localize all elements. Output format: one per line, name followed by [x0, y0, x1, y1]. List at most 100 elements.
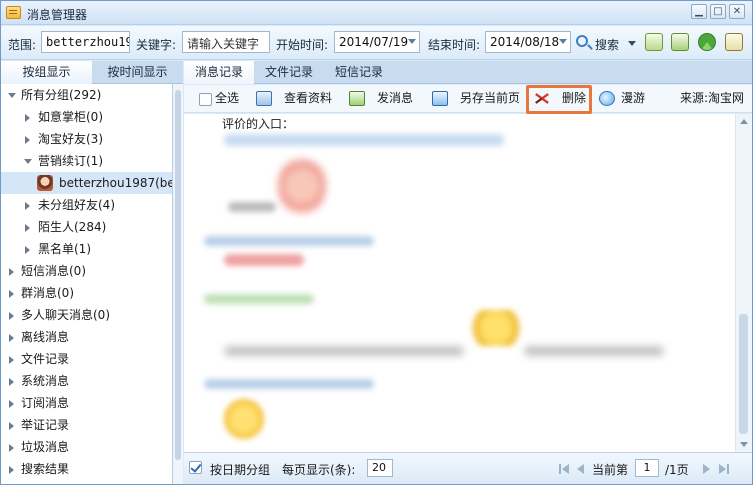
tree-item-files[interactable]: 文件记录	[1, 348, 172, 370]
start-time-label: 开始时间:	[276, 38, 329, 52]
search-button-label: 搜索	[595, 38, 620, 52]
chevron-right-icon[interactable]	[9, 290, 14, 298]
tree-item-subscriptions[interactable]: 订阅消息	[1, 392, 172, 414]
chevron-down-icon[interactable]	[628, 41, 636, 46]
next-page-icon[interactable]	[703, 464, 710, 474]
chevron-right-icon[interactable]	[9, 268, 14, 276]
filter-toolbar: 范围: betterzhou1987 关键字: 请输入关键字 开始时间: 201…	[1, 26, 752, 60]
chevron-right-icon[interactable]	[9, 356, 14, 364]
chevron-right-icon[interactable]	[9, 466, 14, 474]
per-page-input[interactable]: 20	[367, 459, 393, 477]
maximize-button[interactable]: □	[710, 4, 726, 19]
minimize-button[interactable]: ▁	[691, 4, 707, 19]
send-message-button[interactable]: 发消息	[349, 85, 419, 113]
select-all-checkbox[interactable]: 全选	[199, 85, 244, 113]
tree-item-marketing[interactable]: 营销续订(1)	[1, 150, 172, 172]
tree-item-evidence[interactable]: 举证记录	[1, 414, 172, 436]
message-scroll-thumb[interactable]	[739, 314, 748, 434]
prev-page-icon[interactable]	[577, 464, 584, 474]
chevron-down-icon[interactable]	[559, 39, 567, 44]
chevron-right-icon[interactable]	[25, 136, 30, 144]
chevron-right-icon[interactable]	[9, 312, 14, 320]
tree-scrollbar[interactable]	[173, 84, 183, 484]
app-icon	[6, 6, 21, 19]
tree-item-sms[interactable]: 短信消息(0)	[1, 260, 172, 282]
scroll-up-icon[interactable]	[740, 119, 748, 124]
last-page-arrow[interactable]	[719, 464, 726, 474]
chevron-right-icon[interactable]	[25, 224, 30, 232]
tab-group-view[interactable]: 按组显示	[1, 61, 92, 84]
chevron-right-icon[interactable]	[25, 246, 30, 254]
range-label: 范围:	[8, 38, 37, 52]
blurred-sender-line	[204, 236, 374, 246]
current-page-input[interactable]: 1	[635, 459, 659, 477]
export-icon[interactable]	[671, 33, 689, 51]
chevron-down-icon[interactable]	[24, 159, 32, 164]
tree-item-ungrouped[interactable]: 未分组好友(4)	[1, 194, 172, 216]
view-profile-button[interactable]: 查看资料	[256, 85, 336, 113]
group-by-date-checkbox[interactable]	[189, 461, 202, 474]
tree-item-all-groups[interactable]: 所有分组(292)	[1, 84, 172, 106]
delete-highlight-frame	[526, 85, 592, 114]
checkbox[interactable]	[199, 93, 212, 106]
chevron-right-icon[interactable]	[9, 378, 14, 386]
message-action-bar: 全选 查看资料 发消息 另存当前页 删除 漫游 来源:淘宝网	[184, 85, 752, 113]
message-history[interactable]: 评价的入口：	[184, 114, 735, 452]
tree-item-blacklist[interactable]: 黑名单(1)	[1, 238, 172, 260]
tab-time-view[interactable]: 按时间显示	[92, 61, 183, 84]
tab-sms-records[interactable]: 短信记录	[324, 61, 394, 84]
blurred-text	[228, 202, 276, 212]
first-page-arrow[interactable]	[562, 464, 569, 474]
tree-item-spam[interactable]: 垃圾消息	[1, 436, 172, 458]
scroll-down-icon[interactable]	[740, 442, 748, 447]
last-page-icon[interactable]	[727, 464, 729, 474]
tree-item-group-messages[interactable]: 群消息(0)	[1, 282, 172, 304]
blurred-sender-line	[204, 294, 314, 304]
chevron-down-icon[interactable]	[408, 39, 416, 44]
end-date-picker[interactable]: 2014/08/18	[485, 31, 571, 53]
search-icon	[576, 35, 588, 47]
message-scrollbar[interactable]	[735, 114, 752, 452]
tree-item-ruyi[interactable]: 如意掌柜(0)	[1, 106, 172, 128]
pagination-bar: 按日期分组 每页显示(条): 20 当前第 1 /1页	[184, 452, 752, 483]
notes-icon[interactable]	[725, 33, 743, 51]
chevron-right-icon[interactable]	[9, 422, 14, 430]
profile-card-icon	[256, 91, 272, 106]
chevron-right-icon[interactable]	[9, 400, 14, 408]
tree-item-strangers[interactable]: 陌生人(284)	[1, 216, 172, 238]
range-input[interactable]: betterzhou1987	[41, 31, 130, 53]
close-button[interactable]: ✕	[729, 4, 745, 19]
title-bar[interactable]: 消息管理器 ▁ □ ✕	[1, 1, 752, 25]
left-tab-bar: 按组显示 按时间显示	[1, 61, 183, 84]
total-pages-label: /1页	[665, 463, 689, 477]
avatar	[37, 175, 53, 191]
right-tab-bar: 消息记录 文件记录 短信记录	[184, 61, 752, 84]
message-manager-window: 消息管理器 ▁ □ ✕ 范围: betterzhou1987 关键字: 请输入关…	[0, 0, 753, 485]
keyword-input[interactable]: 请输入关键字	[182, 31, 270, 53]
tab-file-records[interactable]: 文件记录	[254, 61, 324, 84]
chevron-right-icon[interactable]	[9, 334, 14, 342]
send-message-icon	[349, 91, 365, 106]
message-line: 评价的入口：	[222, 117, 295, 131]
roam-button[interactable]: 漫游	[599, 85, 654, 113]
tree-scroll-thumb[interactable]	[175, 90, 181, 460]
first-page-icon[interactable]	[559, 464, 561, 474]
refresh-icon[interactable]	[698, 33, 716, 51]
start-date-picker[interactable]: 2014/07/19	[334, 31, 420, 53]
import-icon[interactable]	[645, 33, 663, 51]
chevron-right-icon[interactable]	[25, 114, 30, 122]
blurred-sender-line	[204, 379, 374, 389]
start-date-value: 2014/07/19	[339, 35, 409, 49]
tab-message-records[interactable]: 消息记录	[184, 61, 254, 84]
chevron-right-icon[interactable]	[9, 444, 14, 452]
keyword-label: 关键字:	[136, 38, 177, 52]
tree-item-contact[interactable]: betterzhou1987(bett	[1, 172, 172, 194]
tree-item-offline[interactable]: 离线消息	[1, 326, 172, 348]
tree-item-system[interactable]: 系统消息	[1, 370, 172, 392]
chevron-down-icon[interactable]	[8, 93, 16, 98]
tree-item-search-results[interactable]: 搜索结果	[1, 458, 172, 480]
tree-item-taobao-friends[interactable]: 淘宝好友(3)	[1, 128, 172, 150]
save-page-button[interactable]: 另存当前页	[432, 85, 522, 113]
tree-item-multi-chat[interactable]: 多人聊天消息(0)	[1, 304, 172, 326]
chevron-right-icon[interactable]	[25, 202, 30, 210]
